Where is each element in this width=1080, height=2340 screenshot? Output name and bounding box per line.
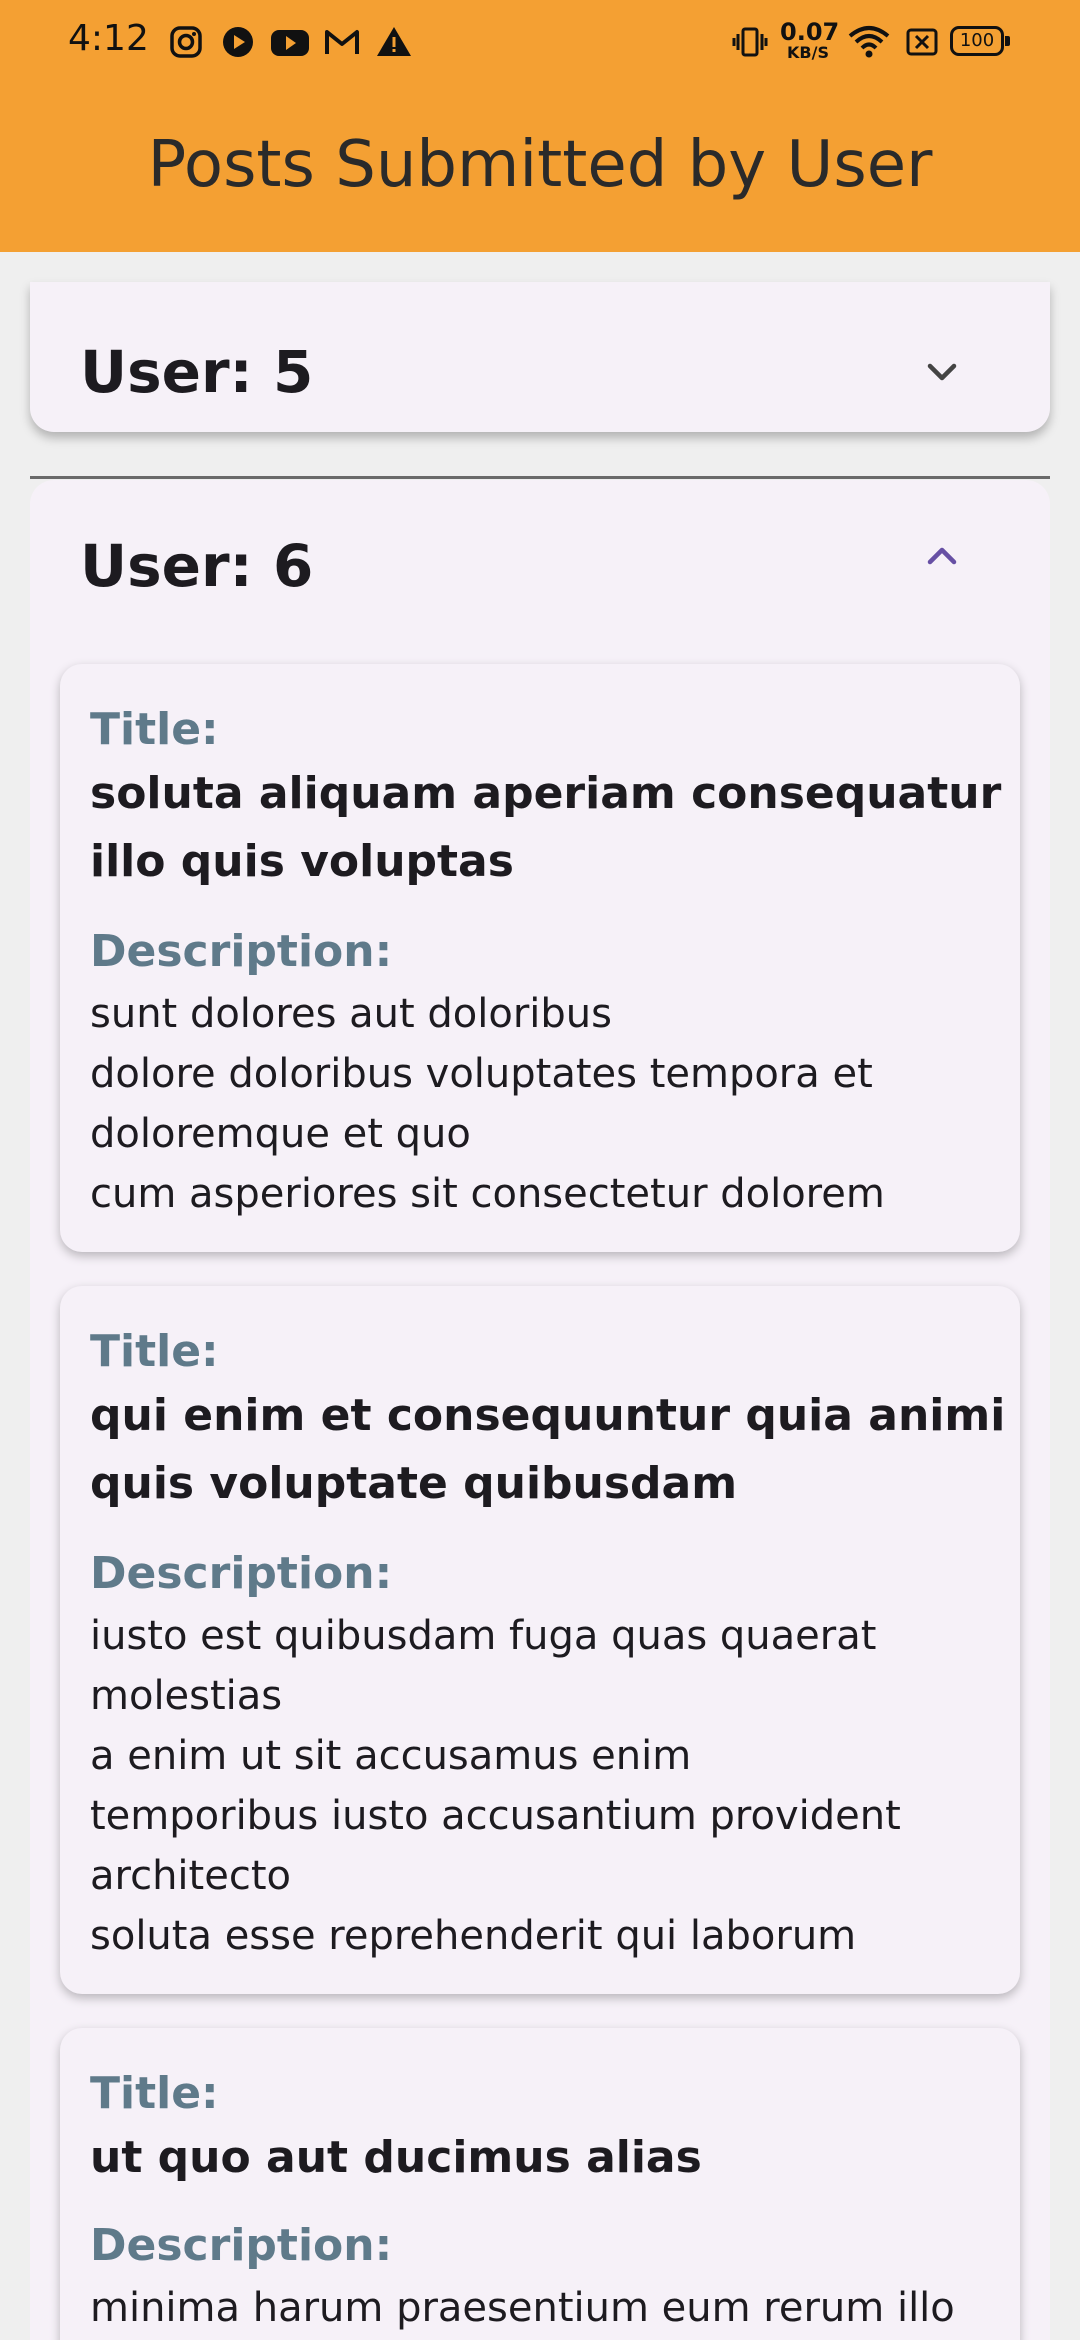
wifi-icon xyxy=(848,26,890,58)
instagram-icon xyxy=(170,26,202,58)
post-title: qui enim et consequuntur quia animi quis… xyxy=(90,1390,1006,1509)
post-description: iusto est quibusdam fuga quas quaerat mo… xyxy=(90,1613,901,1959)
post-description-label: Description: xyxy=(90,1548,393,1599)
gmail-icon xyxy=(325,30,359,54)
status-time: 4:12 xyxy=(68,18,149,59)
chevron-down-icon[interactable] xyxy=(918,348,966,396)
page-title: Posts Submitted by User xyxy=(147,128,933,202)
post-card[interactable]: Title: ut quo aut ducimus alias Descript… xyxy=(60,2028,1020,2340)
user-panel-title: User: 6 xyxy=(80,532,314,600)
panel-divider xyxy=(30,476,1050,479)
post-card[interactable]: Title: soluta aliquam aperiam consequatu… xyxy=(60,664,1020,1252)
status-bar: 4:12 0.07 KB/S 100 xyxy=(0,0,1080,84)
user-post-list[interactable]: User: 5 User: 6 Title: soluta aliquam ap… xyxy=(0,252,1080,2340)
post-title-label: Title: xyxy=(90,1326,219,1377)
user-panel-5[interactable]: User: 5 xyxy=(30,282,1050,432)
post-title: soluta aliquam aperiam consequatur illo … xyxy=(90,768,1002,887)
youtube-icon xyxy=(271,30,309,56)
post-description: sunt dolores aut doloribus dolore dolori… xyxy=(90,991,885,1217)
battery-tip xyxy=(1005,36,1010,46)
vibrate-icon xyxy=(732,27,768,57)
warning-icon xyxy=(377,27,411,56)
post-title-label: Title: xyxy=(90,2068,219,2119)
play-icon xyxy=(223,27,253,57)
battery-level: 100 xyxy=(959,30,995,51)
post-title: ut quo aut ducimus alias xyxy=(90,2132,702,2183)
app-bar: 4:12 0.07 KB/S 100 Posts Submitted by Us… xyxy=(0,0,1080,252)
user-panel-6[interactable]: User: 6 Title: soluta aliquam aperiam co… xyxy=(30,480,1050,2340)
post-description-label: Description: xyxy=(90,2220,393,2271)
post-description-label: Description: xyxy=(90,926,393,977)
post-title-label: Title: xyxy=(90,704,219,755)
battery-icon: 100 xyxy=(950,26,1004,56)
sim-disabled-icon xyxy=(906,28,938,56)
user-panel-title: User: 5 xyxy=(80,338,314,406)
network-speed: 0.07 KB/S xyxy=(780,18,840,62)
chevron-up-icon[interactable] xyxy=(918,532,966,580)
post-card[interactable]: Title: qui enim et consequuntur quia ani… xyxy=(60,1286,1020,1994)
post-description: minima harum praesentium eum rerum illo xyxy=(90,2285,955,2331)
